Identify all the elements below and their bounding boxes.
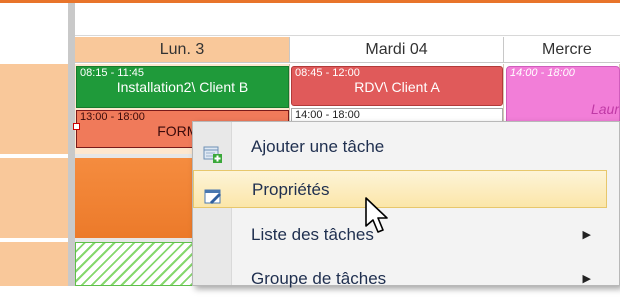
time-slot-afternoon xyxy=(0,158,68,238)
mouse-cursor-icon xyxy=(364,196,390,236)
menu-item-task-list[interactable]: Liste des tâches ▶ xyxy=(193,216,607,254)
resize-handle[interactable] xyxy=(73,123,80,130)
menu-item-label: Liste des tâches xyxy=(251,225,374,244)
menu-item-properties[interactable]: Propriétés xyxy=(193,170,607,208)
context-menu: Ajouter une tâche Propriétés Liste des t… xyxy=(192,121,620,288)
day-header-tuesday[interactable]: Mardi 04 xyxy=(290,37,504,63)
menu-item-label: Propriétés xyxy=(252,180,330,199)
appointment-time: 14:00 - 18:00 xyxy=(510,67,575,79)
edit-properties-icon xyxy=(204,182,222,204)
hatched-block[interactable] xyxy=(75,242,193,286)
appointment-installation[interactable]: 08:15 - 11:45 Installation2\ Client B xyxy=(76,66,289,108)
menu-item-label: Groupe de tâches xyxy=(251,269,387,288)
appointment-title: RDV\ Client A xyxy=(354,79,440,95)
appointment-title: Installation2\ Client B xyxy=(116,79,249,95)
menu-item-add-task[interactable]: Ajouter une tâche xyxy=(193,128,607,166)
calendar-header-strip xyxy=(75,3,620,36)
time-slot-next xyxy=(0,242,68,286)
menu-item-label: Ajouter une tâche xyxy=(251,137,385,156)
add-task-icon xyxy=(203,139,222,163)
appointment-time: 14:00 - 18:00 xyxy=(295,109,360,121)
appointment-time: 08:15 - 11:45 xyxy=(80,67,145,79)
appointment-rdv[interactable]: 08:45 - 12:00 RDV\ Client A xyxy=(291,66,503,106)
appointment-afternoon[interactable]: 14:00 - 18:00 xyxy=(291,108,503,122)
submenu-arrow-icon: ▶ xyxy=(582,229,591,241)
column-separator xyxy=(68,3,75,286)
day-header-monday[interactable]: Lun. 3 xyxy=(75,37,290,63)
day-cell-monday-pm[interactable] xyxy=(75,158,193,238)
menu-item-task-group[interactable]: Groupe de tâches ▶ xyxy=(193,260,607,298)
submenu-arrow-icon: ▶ xyxy=(582,273,591,285)
day-header-wednesday[interactable]: Mercre xyxy=(504,37,620,63)
appointment-title: Laur xyxy=(590,101,619,117)
time-slot-morning xyxy=(0,64,68,154)
appointment-time: 08:45 - 12:00 xyxy=(295,67,360,79)
